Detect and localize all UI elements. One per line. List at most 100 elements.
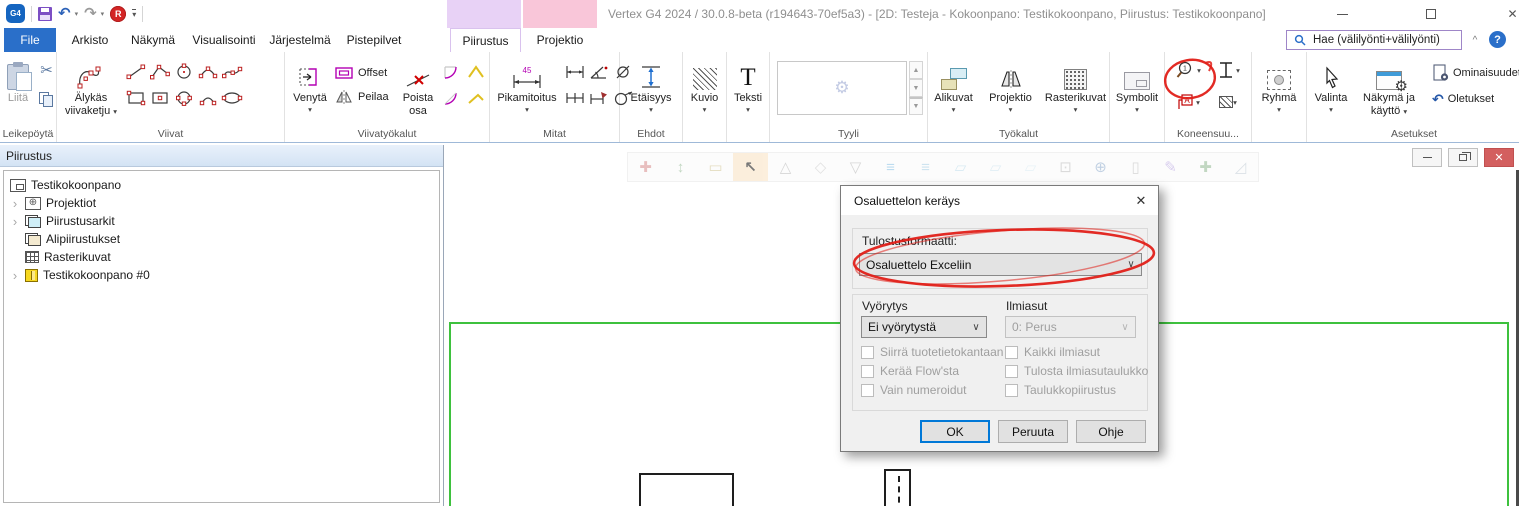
window-minimize-button[interactable] [1320, 0, 1365, 28]
tab-file[interactable]: File [4, 28, 56, 52]
dialog-close-button[interactable]: ✕ [1126, 188, 1156, 213]
save-icon[interactable] [38, 7, 52, 21]
search-input[interactable]: Hae (välilyönti+välilyönti) [1286, 30, 1462, 50]
tab-visualisointi[interactable]: Visualisointi [188, 28, 260, 52]
ribbon-collapse-button[interactable]: ^ [1467, 33, 1483, 47]
vertex-r-icon[interactable]: R [110, 6, 126, 22]
canvas-tool-select-cursor-icon[interactable]: ↖ [733, 153, 768, 181]
paste-button[interactable]: Liitä [1, 55, 35, 105]
fillet-2-tool-icon[interactable] [440, 87, 463, 109]
canvas-tool-filter-icon[interactable]: ▽ [838, 153, 873, 181]
spline-tool-icon[interactable] [220, 61, 243, 83]
fillet-tool-icon[interactable] [440, 61, 463, 83]
circle-3pt-tool-icon[interactable] [172, 87, 195, 109]
line-tool-icon[interactable] [124, 61, 147, 83]
ok-button[interactable]: OK [920, 420, 990, 443]
canvas-tool-layer-flat-3-icon[interactable]: ▱ [1013, 153, 1048, 181]
tree-item-raster-images[interactable]: Rasterikuvat [4, 248, 439, 266]
tree-item-projections[interactable]: › ⊕ Projektiot [4, 194, 439, 212]
raster-images-button[interactable]: Rasterikuvat ▾ [1041, 55, 1111, 113]
redo-dropdown-icon[interactable]: ▾ [101, 10, 105, 18]
document-restore-button[interactable] [1448, 148, 1478, 167]
canvas-tool-layers-2-icon[interactable]: ≡ [908, 153, 943, 181]
tab-piirustus-active[interactable]: Piirustus [450, 28, 521, 52]
tree-item-subdrawings[interactable]: Alipiirustukset [4, 230, 439, 248]
mirror-button[interactable]: Peilaa [334, 85, 396, 109]
canvas-tool-fit-view-icon[interactable]: ◿ [1223, 153, 1258, 181]
edit-dimension-icon[interactable] [587, 87, 610, 109]
expand-chevron-icon[interactable]: › [10, 269, 20, 282]
hatch-button[interactable]: Kuvio ▾ [684, 55, 726, 113]
angle-dimension-icon[interactable] [587, 61, 610, 83]
projection-button[interactable]: Projektio ▾ [983, 55, 1039, 113]
canvas-tool-axes-icon[interactable]: ✚ [1188, 153, 1223, 181]
rectangle-tool-icon[interactable] [124, 87, 147, 109]
rectangle-center-tool-icon[interactable] [148, 87, 171, 109]
style-scroll-up-button[interactable]: ▲ [909, 61, 923, 79]
style-gallery[interactable]: ⚙ [777, 61, 907, 115]
group-button[interactable]: Ryhmä ▾ [1254, 55, 1304, 113]
style-gallery-expand-button[interactable]: ▼ [909, 97, 923, 115]
ellipse-tool-icon[interactable] [220, 87, 243, 109]
chain-dimension-icon[interactable] [563, 87, 586, 109]
circle-center-tool-icon[interactable] [172, 61, 195, 83]
view-and-use-button[interactable]: ⚙ Näkymä ja käyttö ▾ [1358, 55, 1420, 117]
beam-button[interactable]: ▾ [1208, 59, 1248, 81]
polyline-tool-icon[interactable] [148, 61, 171, 83]
linear-dimension-icon[interactable] [563, 61, 586, 83]
tab-arkisto[interactable]: Arkisto [63, 28, 117, 52]
arc-tool-icon[interactable] [196, 61, 219, 83]
canvas-tool-measure-icon[interactable]: ▭ [698, 153, 733, 181]
window-maximize-button[interactable] [1408, 0, 1453, 28]
canvas-tool-layer-flat-1-icon[interactable]: ▱ [943, 153, 978, 181]
customize-toolbar-icon[interactable]: ▾ [132, 9, 136, 19]
chamfer-tool-icon[interactable] [464, 61, 487, 83]
find-part-button[interactable]: 1 ▾ [1168, 59, 1208, 81]
canvas-tool-move-icon[interactable]: ↕ [663, 153, 698, 181]
tab-projektio[interactable]: Projektio [524, 28, 596, 52]
tab-pistepilvet[interactable]: Pistepilvet [342, 28, 406, 52]
window-close-button[interactable]: ✕ [1490, 0, 1519, 28]
cut-icon[interactable]: ✂ [35, 59, 58, 81]
tab-nakyma[interactable]: Näkymä [125, 28, 181, 52]
text-button[interactable]: T Teksti ▾ [728, 55, 769, 113]
help-button[interactable]: ? [1489, 31, 1506, 48]
arc-3pt-tool-icon[interactable] [196, 87, 219, 109]
help-button-dialog[interactable]: Ohje [1076, 420, 1146, 443]
canvas-tool-select-box-icon[interactable]: ⊡ [1048, 153, 1083, 181]
copy-icon[interactable] [35, 88, 58, 110]
tree-item-root[interactable]: Testikokoonpano [4, 176, 439, 194]
tree-item-assembly-0[interactable]: › Testikokoonpano #0 [4, 266, 439, 284]
section-hatch-button[interactable]: ▾ [1208, 91, 1248, 113]
balloon-button[interactable]: A ▾ [1168, 91, 1208, 113]
smart-polyline-button[interactable]: Älykäs viivaketju ▾ [58, 55, 124, 117]
symbols-button[interactable]: Symbolit ▾ [1111, 55, 1163, 113]
expand-chevron-icon[interactable]: › [10, 197, 20, 210]
defaults-button[interactable]: ↶ Oletukset [1432, 89, 1519, 109]
tree-item-sheets[interactable]: › Piirustusarkit [4, 212, 439, 230]
selection-button[interactable]: Valinta ▾ [1308, 55, 1354, 113]
distance-button[interactable]: Etäisyys ▾ [623, 55, 679, 113]
subpictures-button[interactable]: Alikuvat ▾ [927, 55, 981, 113]
document-close-button[interactable]: ✕ [1484, 148, 1514, 167]
canvas-tool-polygon-icon[interactable]: △ [768, 153, 803, 181]
undo-dropdown-icon[interactable]: ▾ [75, 10, 79, 18]
undo-icon[interactable]: ↶ [58, 6, 71, 21]
canvas-tool-zoom-in-icon[interactable]: ⊕ [1083, 153, 1118, 181]
canvas-tool-pin-icon[interactable]: ✚ [628, 153, 663, 181]
format-dropdown[interactable]: Osaluettelo Exceliin ∨ [859, 253, 1142, 276]
stretch-button[interactable]: Venytä ▾ [286, 55, 334, 113]
document-minimize-button[interactable] [1412, 148, 1442, 167]
canvas-tool-sheet-icon[interactable]: ▯ [1118, 153, 1153, 181]
properties-button[interactable]: Ominaisuudet [1432, 63, 1519, 83]
quick-dimension-button[interactable]: 45 Pikamitoitus ▾ [491, 55, 563, 113]
chamfer-2-tool-icon[interactable] [464, 87, 487, 109]
canvas-tool-edit-icon[interactable]: ✎ [1153, 153, 1188, 181]
remove-part-button[interactable]: Poista osa [396, 55, 440, 117]
canvas-tool-layer-flat-2-icon[interactable]: ▱ [978, 153, 1013, 181]
style-scroll-down-button[interactable]: ▼ [909, 79, 923, 97]
cancel-button[interactable]: Peruuta [998, 420, 1068, 443]
canvas-tool-layers-1-icon[interactable]: ≡ [873, 153, 908, 181]
redo-icon[interactable]: ↷ [84, 6, 97, 21]
expand-chevron-icon[interactable]: › [10, 215, 20, 228]
